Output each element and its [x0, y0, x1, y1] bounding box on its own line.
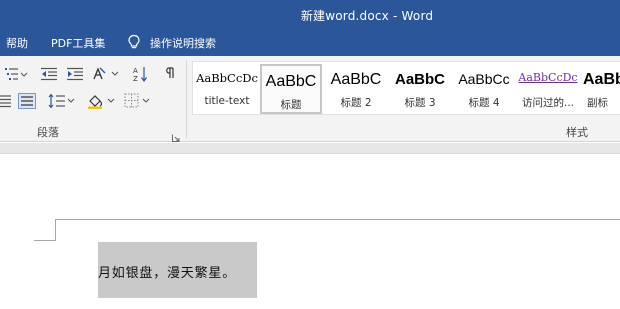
- svg-text:Z: Z: [133, 75, 138, 83]
- style-heading-3[interactable]: AaBbC 标题 3: [389, 62, 451, 114]
- style-followed-hyperlink[interactable]: AaBbCcDc 访问过的...: [517, 62, 579, 114]
- style-heading-2[interactable]: AaBbC 标题 2: [324, 62, 388, 114]
- chinese-layout-icon[interactable]: [92, 66, 120, 82]
- style-label: title-text: [204, 95, 250, 107]
- borders-icon[interactable]: [124, 93, 152, 109]
- align-justify-icon[interactable]: [0, 94, 12, 108]
- style-label: 标题 2: [340, 97, 372, 109]
- distributed-align-icon[interactable]: [18, 93, 36, 109]
- style-subtitle[interactable]: AaBb 副标: [581, 62, 620, 114]
- menu-bar: 帮助 PDF工具集 操作说明搜索: [0, 29, 620, 56]
- style-label: 标题 3: [404, 97, 436, 109]
- paragraph-dialog-launcher-icon[interactable]: [172, 127, 180, 142]
- show-formatting-marks-icon[interactable]: [164, 66, 176, 80]
- sort-icon[interactable]: A Z: [132, 65, 148, 83]
- increase-indent-icon[interactable]: [66, 67, 84, 81]
- title-bar: 新建word.docx - Word: [0, 0, 620, 29]
- style-sample: AaBbCc: [458, 71, 510, 87]
- style-sample: AaBbC: [265, 73, 317, 90]
- style-sample: AaBbCcDc: [518, 71, 578, 84]
- style-heading[interactable]: AaBbC 标题: [260, 64, 322, 114]
- margin-guide-corner: [55, 219, 56, 241]
- tell-me-search[interactable]: 操作说明搜索: [150, 35, 216, 51]
- document-page[interactable]: 月如银盘，漫天繁星。: [0, 155, 620, 309]
- margin-guide-left: [34, 240, 56, 241]
- style-label: 访问过的...: [521, 97, 574, 109]
- svg-text:A: A: [133, 67, 138, 75]
- multilevel-list-icon[interactable]: [4, 67, 28, 81]
- style-title-text[interactable]: AaBbCcDc title-text: [195, 62, 259, 114]
- styles-group-label: 样式: [566, 126, 588, 139]
- style-heading-4[interactable]: AaBbCc 标题 4: [453, 62, 515, 114]
- style-sample: AaBbC: [330, 71, 382, 88]
- style-sample: AaBb: [583, 71, 620, 88]
- style-label: 副标: [587, 97, 608, 109]
- shading-icon[interactable]: [87, 93, 117, 109]
- style-label: 标题 4: [468, 97, 500, 109]
- style-sample: AaBbC: [394, 71, 445, 88]
- tab-pdf-tools[interactable]: PDF工具集: [51, 35, 105, 51]
- window-title: 新建word.docx - Word: [300, 9, 434, 23]
- group-separator: [186, 60, 187, 138]
- style-label: 标题: [280, 99, 302, 111]
- paragraph-group-label: 段落: [37, 126, 59, 139]
- margin-guide-top: [55, 219, 620, 220]
- line-spacing-icon[interactable]: [48, 93, 76, 109]
- decrease-indent-icon[interactable]: [40, 67, 58, 81]
- lightbulb-icon[interactable]: [127, 34, 141, 50]
- style-sample: AaBbCcDc: [196, 71, 258, 85]
- document-text[interactable]: 月如银盘，漫天繁星。: [98, 262, 236, 281]
- styles-gallery: AaBbCcDc title-text AaBbC 标题 AaBbC 标题 2 …: [192, 61, 620, 115]
- document-area-border: [0, 143, 620, 154]
- tab-help[interactable]: 帮助: [6, 35, 28, 51]
